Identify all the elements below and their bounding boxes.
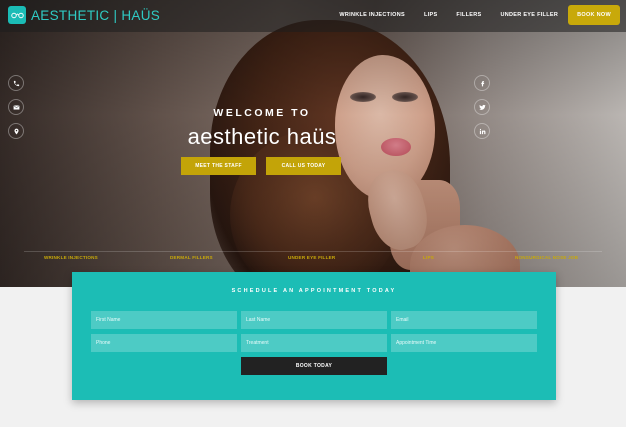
email-field[interactable] [391,311,537,329]
service-link-lips[interactable]: LIPS [423,255,434,260]
nav-item-fillers[interactable]: FILLERS [456,12,481,18]
call-us-today-button[interactable]: CALL US TODAY [266,157,341,175]
twitter-icon[interactable] [474,99,490,115]
service-link-nonsurgical-nose-job[interactable]: NONSURGICAL NOSE JOB [515,255,578,260]
hero-brand-title: aesthetic haüs [187,124,337,149]
logo-glasses-icon [8,6,26,24]
book-today-button[interactable]: BOOK TODAY [241,357,387,375]
appointment-time-field[interactable] [391,334,537,352]
hero-section: WELCOME TO aesthetic haüs MEET THE STAFF… [0,0,626,287]
location-pin-icon[interactable] [8,123,24,139]
service-link-dermal-fillers[interactable]: DERMAL FILLERS [170,255,213,260]
appointment-title: SCHEDULE AN APPOINTMENT TODAY [231,288,397,294]
services-divider [24,251,602,252]
treatment-field[interactable] [241,334,387,352]
first-name-field[interactable] [91,311,237,329]
site-logo[interactable]: AESTHETIC | HAÜS [8,6,160,24]
phone-field[interactable] [91,334,237,352]
appointment-form: SCHEDULE AN APPOINTMENT TODAY BOOK TODAY [72,272,556,400]
hero-welcome-text: WELCOME TO [213,107,311,119]
top-navbar: AESTHETIC | HAÜS WRINKLE INJECTIONS LIPS… [0,0,626,32]
meet-the-staff-button[interactable]: MEET THE STAFF [181,157,256,175]
nav-item-lips[interactable]: LIPS [424,12,437,18]
linkedin-icon[interactable] [474,123,490,139]
facebook-icon[interactable] [474,75,490,91]
nav-item-wrinkle-injections[interactable]: WRINKLE INJECTIONS [339,12,405,18]
nav-item-under-eye-filler[interactable]: UNDER EYE FILLER [500,12,558,18]
mail-icon[interactable] [8,99,24,115]
service-link-wrinkle-injections[interactable]: WRINKLE INJECTIONS [44,255,98,260]
main-nav: WRINKLE INJECTIONS LIPS FILLERS UNDER EY… [320,5,620,25]
book-now-button[interactable]: BOOK NOW [568,5,620,25]
service-link-under-eye-filler[interactable]: UNDER EYE FILLER [288,255,335,260]
phone-icon[interactable] [8,75,24,91]
logo-text: AESTHETIC | HAÜS [31,7,161,23]
last-name-field[interactable] [241,311,387,329]
